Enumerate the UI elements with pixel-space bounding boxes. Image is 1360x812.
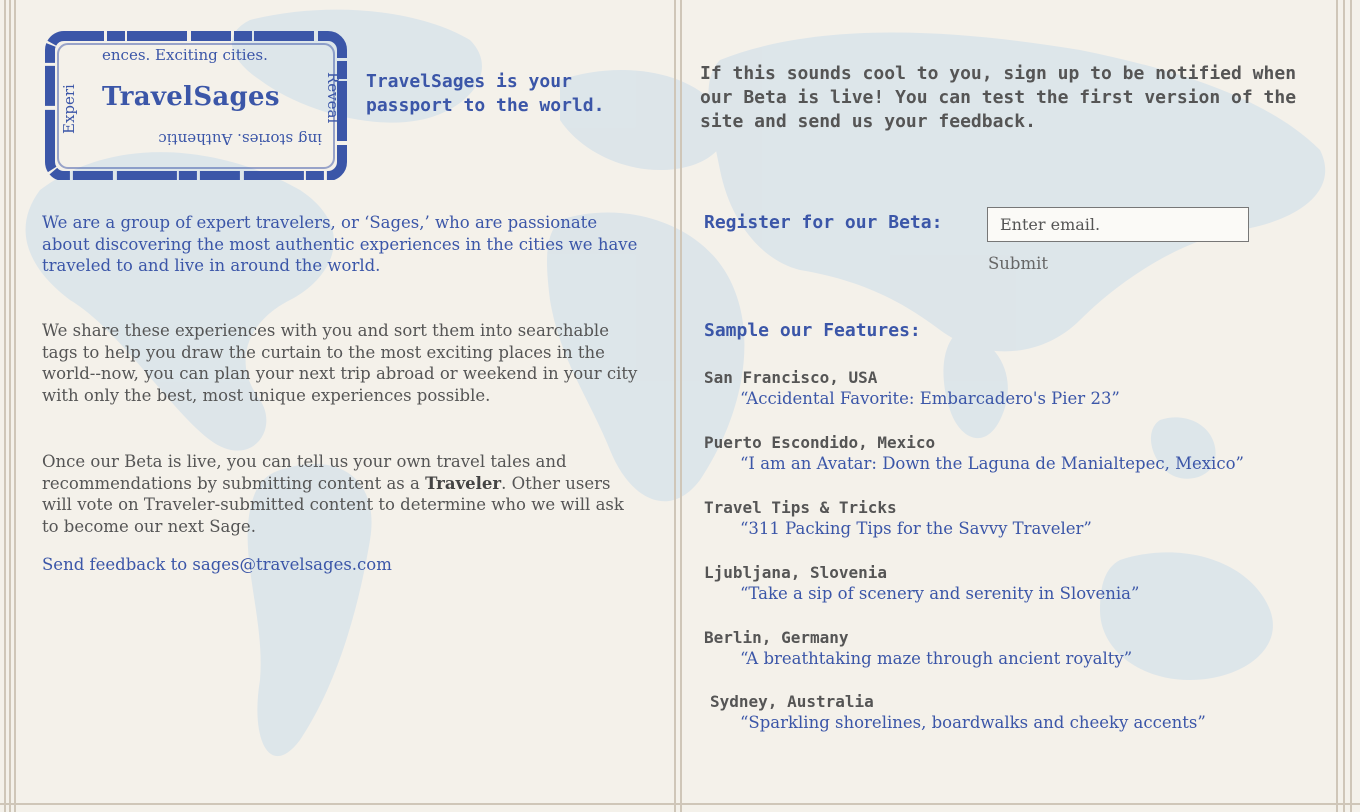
register-label: Register for our Beta: [704, 212, 943, 233]
feature-story-link[interactable]: “311 Packing Tips for the Savvy Traveler… [740, 518, 1334, 540]
feature-story-link[interactable]: “I am an Avatar: Down the Laguna de Mani… [740, 453, 1334, 475]
stamp-bottom-text: ing stories. Authentic [158, 130, 322, 148]
feedback-email-link[interactable]: Send feedback to sages@travelsages.com [42, 555, 392, 574]
feature-location: Berlin, Germany [704, 628, 849, 647]
logo-title: TravelSages [102, 82, 280, 112]
stamp-right-text: Reveal [324, 72, 342, 124]
stamp-left-text: Experi [60, 84, 78, 134]
feature-item: Sydney, Australia “Sparkling shorelines,… [704, 692, 1334, 734]
intro-paragraph: We are a group of expert travelers, or ‘… [42, 213, 638, 275]
feature-story-link[interactable]: “Sparkling shorelines, boardwalks and ch… [740, 712, 1334, 734]
signup-message: If this sounds cool to you, sign up to b… [700, 63, 1297, 132]
feature-location: Sydney, Australia [710, 692, 874, 711]
feature-story-link[interactable]: “Accidental Favorite: Embarcadero's Pier… [740, 388, 1334, 410]
feature-location: San Francisco, USA [704, 368, 878, 387]
feature-item: Ljubljana, Slovenia “Take a sip of scene… [704, 563, 1334, 605]
feature-item: Travel Tips & Tricks “311 Packing Tips f… [704, 498, 1334, 540]
submit-button[interactable]: Submit [988, 254, 1048, 273]
tagline: TravelSages is your passport to the worl… [366, 71, 605, 116]
feature-item: Puerto Escondido, Mexico “I am an Avatar… [704, 433, 1334, 475]
page-edge [1350, 0, 1352, 812]
feature-location: Ljubljana, Slovenia [704, 563, 888, 582]
feature-story-link[interactable]: “A breathtaking maze through ancient roy… [740, 648, 1334, 670]
travelsages-logo-stamp: ences. Exciting cities. TravelSages Expe… [42, 30, 350, 180]
sample-features-heading: Sample our Features: [704, 320, 921, 341]
email-field[interactable] [987, 207, 1249, 242]
beta-paragraph: Once our Beta is live, you can tell us y… [42, 451, 642, 537]
page-edge [1343, 0, 1345, 812]
stamp-top-text: ences. Exciting cities. [102, 46, 268, 64]
traveler-term: Traveler [425, 473, 502, 493]
page-spine [680, 0, 682, 812]
feature-item: Berlin, Germany “A breathtaking maze thr… [704, 628, 1334, 670]
experiences-paragraph: We share these experiences with you and … [42, 321, 638, 405]
feature-location: Travel Tips & Tricks [704, 498, 897, 517]
page-edge [1336, 0, 1338, 812]
feature-location: Puerto Escondido, Mexico [704, 433, 936, 452]
feature-item: San Francisco, USA “Accidental Favorite:… [704, 368, 1334, 410]
feature-story-link[interactable]: “Take a sip of scenery and serenity in S… [740, 583, 1334, 605]
